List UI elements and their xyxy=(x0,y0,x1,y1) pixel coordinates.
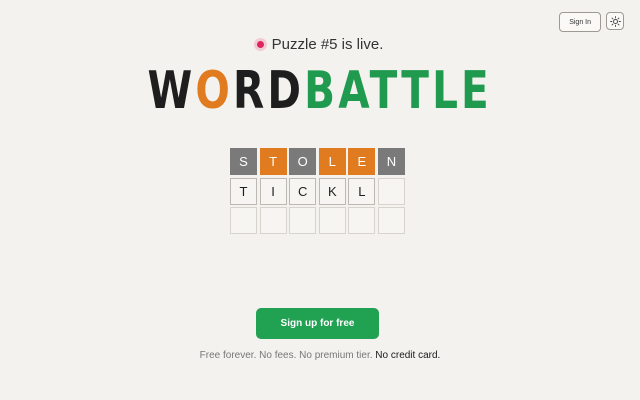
board-tile xyxy=(377,207,405,235)
sun-icon xyxy=(609,15,621,27)
logo-letters-rd: RD xyxy=(233,61,305,121)
theme-toggle-button[interactable] xyxy=(606,12,624,30)
logo-letter-o: O xyxy=(195,61,234,121)
board-tile xyxy=(377,177,405,205)
footer-text: Free forever. No fees. No premium tier. xyxy=(199,350,373,361)
board-tile: I xyxy=(259,177,287,205)
footer-note: Free forever. No fees. No premium tier. … xyxy=(0,350,640,361)
puzzle-status-text: Puzzle #5 is live. xyxy=(271,36,384,53)
logo-word-battle: BATTLE xyxy=(304,61,493,121)
board-tile: L xyxy=(318,148,346,175)
board-tile: C xyxy=(289,177,317,205)
sign-in-button[interactable]: Sign In xyxy=(559,12,601,32)
board-tile: T xyxy=(259,148,287,175)
board-tile: K xyxy=(318,177,346,205)
logo-letter-w: W xyxy=(147,61,196,121)
footer-emphasis: No credit card. xyxy=(375,350,441,361)
board-tile: S xyxy=(230,148,257,175)
board-tile: T xyxy=(230,177,257,205)
sign-up-button[interactable]: Sign up for free xyxy=(256,308,379,339)
board-tile xyxy=(289,207,317,235)
board-tile: O xyxy=(289,148,317,175)
board-tile xyxy=(348,207,376,235)
board-tile xyxy=(318,207,346,235)
board-tile xyxy=(259,207,287,235)
live-indicator-dot xyxy=(256,41,264,48)
top-bar: Sign In xyxy=(559,12,624,32)
board-tile: L xyxy=(348,177,376,205)
board-tile: E xyxy=(348,148,376,175)
wordbattle-logo: WORDBATTLE xyxy=(0,60,640,122)
board-tile: N xyxy=(377,148,405,175)
board-tile xyxy=(230,207,257,235)
game-board: STOLENTICKL xyxy=(230,148,405,235)
puzzle-announcement: Puzzle #5 is live. xyxy=(0,36,640,53)
